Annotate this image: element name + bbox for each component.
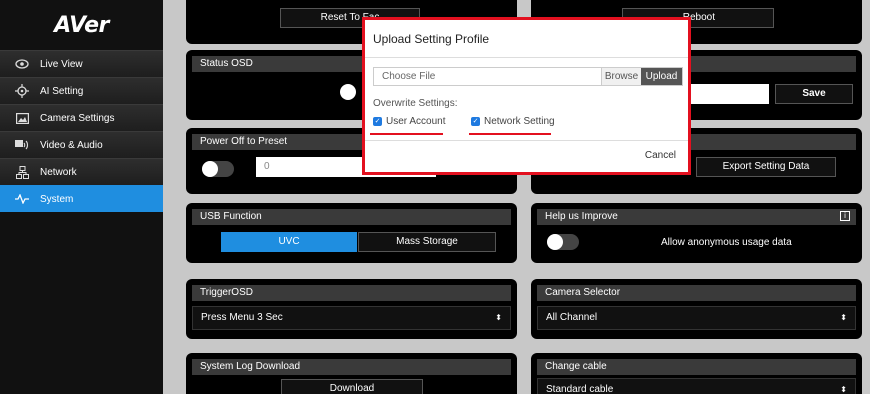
section-title: Help us Improve bbox=[537, 209, 856, 225]
pulse-icon bbox=[14, 192, 30, 206]
trigger-osd-section: TriggerOSD Press Menu 3 Sec ⬍ bbox=[186, 279, 517, 339]
help-improve-section: Help us Improve i Allow anonymous usage … bbox=[531, 203, 862, 263]
export-setting-button[interactable]: Export Setting Data bbox=[696, 157, 836, 177]
select-arrows-icon: ⬍ bbox=[495, 313, 502, 322]
trigger-osd-select[interactable]: Press Menu 3 Sec ⬍ bbox=[192, 306, 511, 330]
cancel-button[interactable]: Cancel bbox=[645, 150, 676, 161]
select-value: All Channel bbox=[546, 312, 598, 323]
sidebar-item-label: System bbox=[40, 193, 74, 205]
change-cable-section: Change cable Standard cable ⬍ bbox=[531, 353, 862, 394]
divider bbox=[365, 140, 688, 141]
sidebar-item-live-view[interactable]: Live View bbox=[0, 50, 163, 77]
ai-target-icon bbox=[14, 84, 30, 98]
checkbox-checked-icon: ✓ bbox=[471, 117, 480, 126]
sidebar-item-video-audio[interactable]: Video & Audio bbox=[0, 131, 163, 158]
file-chooser[interactable]: Choose File Browse Upload bbox=[373, 67, 683, 86]
divider bbox=[365, 57, 688, 58]
usb-function-section: USB Function UVC Mass Storage bbox=[186, 203, 517, 263]
power-off-toggle[interactable] bbox=[202, 161, 234, 177]
save-button[interactable]: Save bbox=[775, 84, 853, 104]
anonymous-usage-label: Allow anonymous usage data bbox=[661, 237, 792, 248]
checkbox-checked-icon: ✓ bbox=[373, 117, 382, 126]
sidebar-item-label: AI Setting bbox=[40, 85, 84, 97]
section-title: USB Function bbox=[192, 209, 511, 225]
usb-mass-storage-option[interactable]: Mass Storage bbox=[358, 232, 496, 252]
camera-selector-section: Camera Selector All Channel ⬍ bbox=[531, 279, 862, 339]
highlight-underline bbox=[370, 133, 443, 135]
download-button[interactable]: Download bbox=[281, 379, 423, 394]
highlight-underline bbox=[469, 133, 551, 135]
network-setting-checkbox[interactable]: ✓ Network Setting bbox=[471, 116, 555, 127]
browse-button[interactable]: Browse bbox=[601, 68, 641, 85]
sidebar-item-label: Camera Settings bbox=[40, 112, 115, 124]
select-value: Press Menu 3 Sec bbox=[201, 312, 283, 323]
aver-logo: AVer bbox=[54, 12, 109, 38]
sidebar: AVer Live View AI Setting Camera Setting… bbox=[0, 0, 163, 394]
sidebar-item-camera-settings[interactable]: Camera Settings bbox=[0, 104, 163, 131]
upload-button[interactable]: Upload bbox=[641, 68, 682, 85]
video-audio-icon bbox=[14, 138, 30, 152]
section-title: Camera Selector bbox=[537, 285, 856, 301]
sidebar-item-label: Video & Audio bbox=[40, 139, 103, 151]
section-title: System Log Download bbox=[192, 359, 511, 375]
usb-uvc-option[interactable]: UVC bbox=[221, 232, 357, 252]
overwrite-settings-label: Overwrite Settings: bbox=[373, 98, 458, 109]
file-placeholder: Choose File bbox=[382, 71, 436, 82]
image-icon bbox=[14, 111, 30, 125]
system-log-section: System Log Download Download bbox=[186, 353, 517, 394]
sidebar-item-label: Network bbox=[40, 166, 77, 178]
sidebar-item-network[interactable]: Network bbox=[0, 158, 163, 185]
network-icon bbox=[14, 165, 30, 179]
settings-input[interactable] bbox=[691, 84, 769, 104]
section-title: TriggerOSD bbox=[192, 285, 511, 301]
sidebar-item-label: Live View bbox=[40, 58, 83, 70]
dialog-title: Upload Setting Profile bbox=[373, 32, 490, 46]
select-arrows-icon: ⬍ bbox=[840, 313, 847, 322]
eye-icon bbox=[14, 57, 30, 71]
checkbox-label: User Account bbox=[386, 116, 446, 127]
sidebar-item-ai-setting[interactable]: AI Setting bbox=[0, 77, 163, 104]
upload-setting-profile-dialog: Upload Setting Profile Choose File Brows… bbox=[362, 17, 691, 175]
section-title: Change cable bbox=[537, 359, 856, 375]
camera-selector-select[interactable]: All Channel ⬍ bbox=[537, 306, 856, 330]
anonymous-usage-toggle[interactable] bbox=[547, 234, 579, 250]
sidebar-item-system[interactable]: System bbox=[0, 185, 163, 212]
info-icon[interactable]: i bbox=[840, 211, 850, 221]
checkbox-label: Network Setting bbox=[484, 116, 555, 127]
user-account-checkbox[interactable]: ✓ User Account bbox=[373, 116, 445, 127]
change-cable-select[interactable]: Standard cable ⬍ bbox=[537, 378, 856, 394]
select-arrows-icon: ⬍ bbox=[840, 385, 847, 394]
select-value: Standard cable bbox=[546, 384, 614, 394]
